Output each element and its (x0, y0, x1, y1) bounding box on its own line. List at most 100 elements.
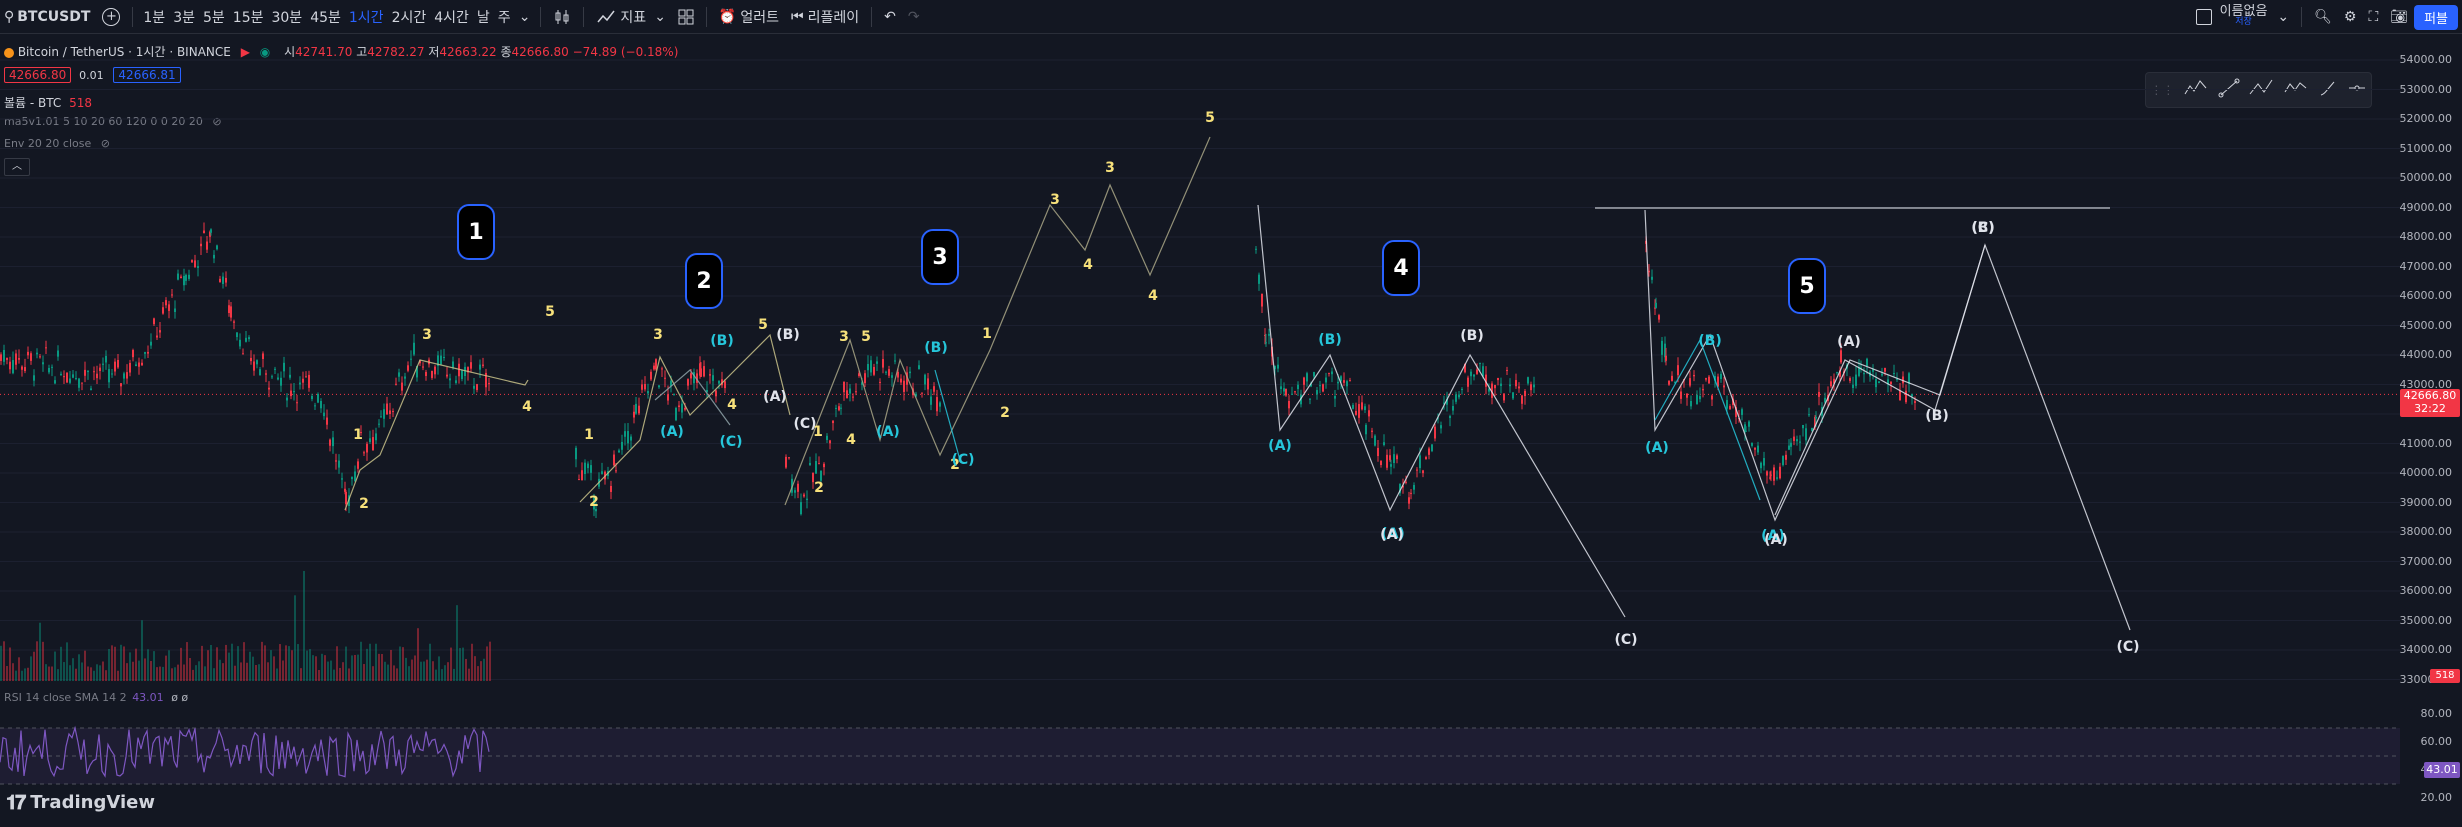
candle-body (1754, 447, 1756, 450)
volume-bar (147, 649, 149, 681)
wave5-path (1644, 209, 2131, 631)
wave-abc-label[interactable]: (C) (2116, 639, 2139, 655)
wave-degree-label[interactable]: 1 (457, 204, 495, 260)
wave-number-label[interactable]: 5 (1205, 110, 1215, 126)
interval-1h[interactable]: 1시간 (345, 0, 388, 34)
wave-number-label[interactable]: 3 (422, 327, 432, 343)
candle-body (277, 377, 279, 380)
wave-number-label[interactable]: 4 (1083, 257, 1093, 273)
wave-abc-label[interactable]: (B) (776, 327, 799, 343)
wave-abc-label[interactable]: (C) (793, 416, 816, 432)
wave-correction-label[interactable]: (B) (1318, 332, 1341, 348)
layout-menu[interactable]: 이름없음 저장 ⌄ (2190, 0, 2296, 34)
wave-number-label[interactable]: 4 (727, 397, 737, 413)
candle-body (253, 361, 255, 371)
replay-button[interactable]: ⏮ 리플레이 (785, 0, 865, 34)
quick-search-button[interactable]: 🔍︎ (2308, 0, 2338, 34)
wave-correction-label[interactable]: (A) (660, 424, 684, 440)
candle-body (1852, 384, 1854, 388)
wave-correction-label[interactable]: (C) (951, 452, 974, 468)
wave-number-label[interactable]: 2 (814, 480, 824, 496)
wave-number-label[interactable]: 4 (1148, 288, 1158, 304)
candle-body (63, 376, 65, 378)
wave-correction-label[interactable]: (B) (710, 333, 733, 349)
volume-bar (453, 668, 455, 681)
interval-4h[interactable]: 4시간 (430, 0, 473, 34)
wave-number-label[interactable]: 2 (359, 496, 369, 512)
interval-5m[interactable]: 5분 (199, 0, 229, 34)
redo-button[interactable]: ↷ (902, 0, 926, 34)
wave-degree-label[interactable]: 3 (921, 229, 959, 285)
wave-abc-label[interactable]: (C) (1614, 632, 1637, 648)
candle-body (924, 374, 926, 385)
wave-abc-label[interactable]: (A) (1837, 334, 1861, 350)
wave-correction-label[interactable]: (B) (924, 340, 947, 356)
wave-number-label[interactable]: 3 (653, 327, 663, 343)
wave-number-label[interactable]: 1 (353, 427, 363, 443)
wave-number-label[interactable]: 4 (522, 399, 532, 415)
publish-button[interactable]: 퍼블 (2414, 4, 2458, 30)
interval-30m[interactable]: 30분 (267, 0, 306, 34)
candle-body (383, 409, 385, 419)
wave-number-label[interactable]: 1 (982, 326, 992, 342)
wave-abc-label[interactable]: (A) (763, 389, 787, 405)
interval-dropdown[interactable]: ⌄ (515, 0, 535, 34)
wave-number-label[interactable]: 3 (1050, 192, 1060, 208)
wave-number-label[interactable]: 1 (584, 427, 594, 443)
chart-type-button[interactable] (547, 0, 577, 34)
interval-15m[interactable]: 15분 (229, 0, 268, 34)
indicators-button[interactable]: 지표 ⌄ (590, 0, 672, 34)
alert-label: 얼러트 (740, 9, 779, 26)
snapshot-button[interactable]: 📷︎ (2384, 0, 2414, 34)
wave-correction-label[interactable]: (A) (1645, 440, 1669, 456)
wave-number-label[interactable]: 5 (758, 317, 768, 333)
tradingview-logo[interactable]: 𝟏𝟕 TradingView (6, 790, 155, 814)
wave-number-label[interactable]: 5 (861, 329, 871, 345)
candle-body (1808, 414, 1810, 416)
wave-degree-label[interactable]: 4 (1382, 240, 1420, 296)
volume-bar (483, 658, 485, 681)
wave-correction-label[interactable]: (C) (719, 434, 742, 450)
wave-number-label[interactable]: 2 (1000, 405, 1010, 421)
wave-abc-label[interactable]: (B) (1460, 328, 1483, 344)
wave-correction-label[interactable]: (A) (876, 424, 900, 440)
settings-button[interactable]: ⚙ (2338, 0, 2363, 34)
volume-bar (408, 666, 410, 681)
wave-correction-label[interactable]: (B) (1698, 333, 1721, 349)
compare-button[interactable]: + (96, 0, 126, 34)
wave-number-label[interactable]: 4 (846, 432, 856, 448)
templates-button[interactable] (672, 0, 700, 34)
interval-2h[interactable]: 2시간 (388, 0, 431, 34)
wave-degree-label[interactable]: 5 (1788, 258, 1826, 314)
candle-body (280, 377, 282, 386)
camera-icon: 📷︎ (2390, 9, 2409, 25)
wave-number-label[interactable]: 5 (545, 304, 555, 320)
wave-number-label[interactable]: 2 (589, 494, 599, 510)
wave-abc-label[interactable]: (A) (1764, 532, 1788, 548)
last-price-value: 42666.80 (2403, 389, 2457, 402)
wave-number-label[interactable]: 3 (839, 329, 849, 345)
interval-day[interactable]: 날 (473, 0, 494, 34)
wave-abc-label[interactable]: (B) (1925, 408, 1948, 424)
volume-bar (216, 647, 218, 681)
indicators-icon (597, 10, 616, 22)
alert-button[interactable]: ⏰ 얼러트 (713, 0, 785, 34)
wave-degree-label[interactable]: 2 (685, 253, 723, 309)
indicators-label: 지표 (620, 9, 647, 26)
interval-45m[interactable]: 45분 (306, 0, 345, 34)
chevron-down-icon: ⌄ (2277, 9, 2290, 25)
interval-1m[interactable]: 1분 (139, 0, 169, 34)
wave-number-label[interactable]: 3 (1105, 160, 1115, 176)
interval-3m[interactable]: 3분 (169, 0, 199, 34)
volume-bar (81, 662, 83, 681)
wave-abc-label[interactable]: (A) (1380, 527, 1404, 543)
symbol-search[interactable]: ⚲ BTCUSDT (0, 0, 96, 34)
rsi-label[interactable]: RSI 14 close SMA 14 2 (4, 691, 127, 704)
undo-button[interactable]: ↶ (878, 0, 902, 34)
interval-week[interactable]: 주 (494, 0, 515, 34)
fullscreen-button[interactable]: ⛶ (2362, 0, 2384, 34)
wave-abc-label[interactable]: (B) (1971, 220, 1994, 236)
candle-body (1518, 386, 1520, 389)
volume-bar (162, 666, 164, 681)
wave-correction-label[interactable]: (A) (1268, 438, 1292, 454)
